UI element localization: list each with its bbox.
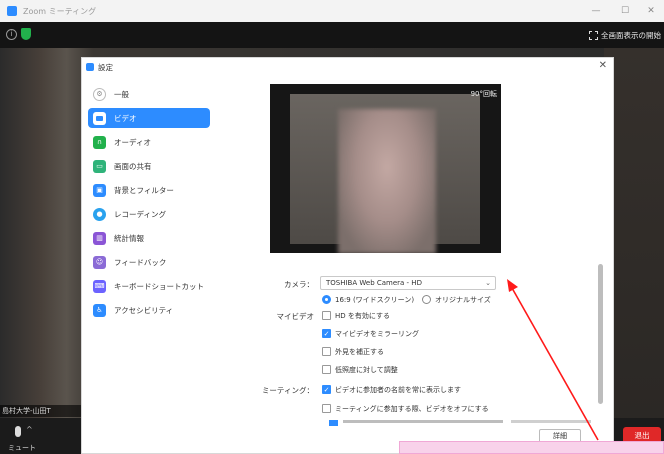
- annotation-arrow: [507, 279, 599, 441]
- annotation-arrow-line: [511, 287, 599, 441]
- zoom-meeting-window: Zoom ミーティング — ☐ ✕ i 全画面表示の開始 島村大学-山田T ^ …: [0, 0, 664, 454]
- annotation-arrow-head: [507, 279, 518, 292]
